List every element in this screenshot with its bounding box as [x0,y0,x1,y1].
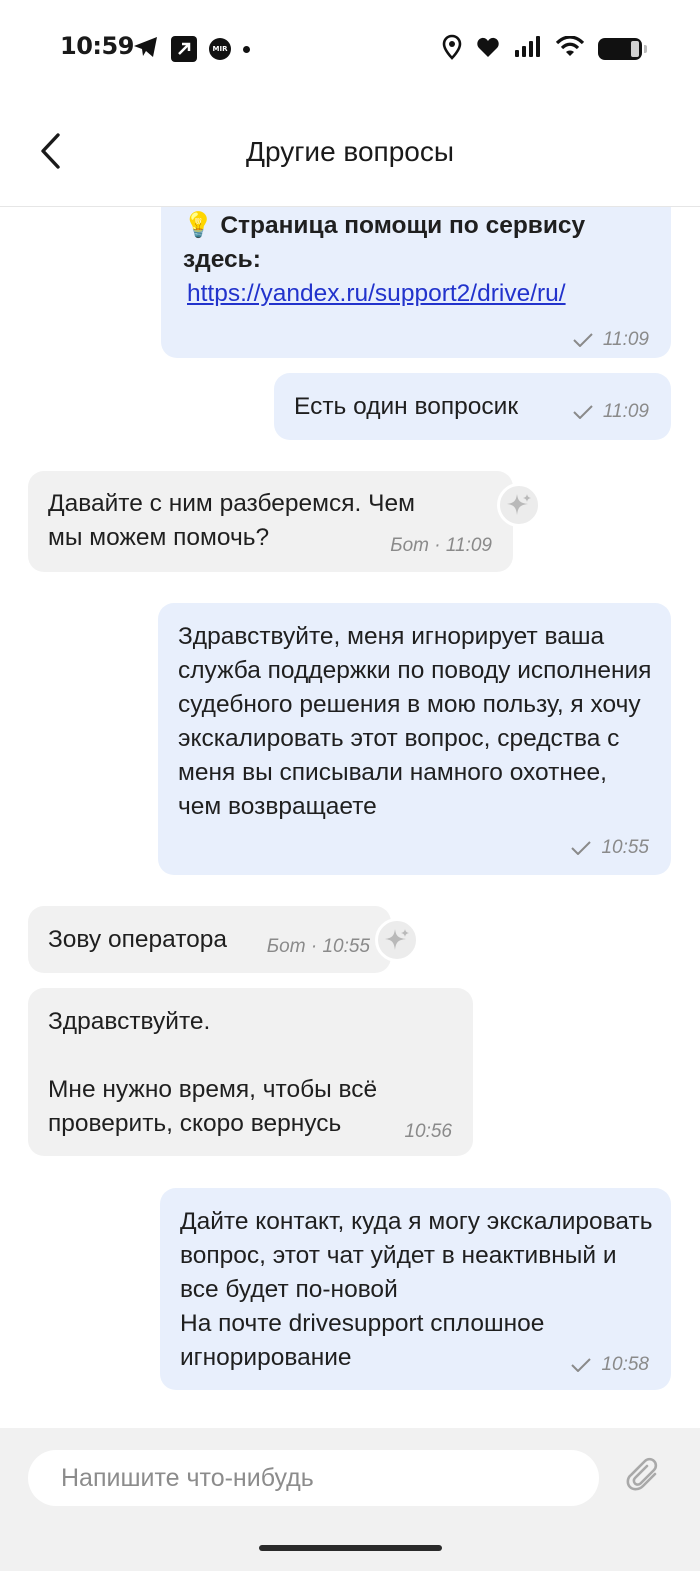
arrow-up-right-box-icon [171,36,197,62]
status-time: 10:59 [60,32,134,60]
signal-icon [514,36,542,62]
telegram-icon [133,35,159,63]
location-icon [442,34,462,64]
message-composer [0,1428,700,1571]
check-icon [571,841,592,855]
check-icon [573,405,593,419]
message-sender-time: Бот · 11:09 [390,535,492,556]
message-time: 11:09 [602,401,649,422]
message-meta: Бот · 10:55 [267,930,370,964]
message-incoming: Здравствуйте. Мне нужно время, чтобы всё… [28,988,473,1156]
message-text: Здравствуйте. Мне нужно время, чтобы всё… [48,1008,378,1137]
mir-icon: MIR [209,38,231,60]
message-outgoing: Здравствуйте, меня игнорирует ваша служб… [158,603,671,875]
message-text: Давайте с ним разберемся. Чем мы можем п… [48,490,415,551]
message-input[interactable] [28,1450,599,1506]
status-bar: 10:59 MIR [0,0,700,100]
page-title: Другие вопросы [246,136,454,167]
message-text: Зову оператора [48,926,228,953]
dot-icon [243,45,250,53]
help-link[interactable]: https://yandex.ru/support2/drive/ru/ [187,277,566,311]
message-text: Есть один вопросик [294,393,519,420]
ai-sparkle-icon [497,483,541,527]
message-meta: 10:56 [404,1115,452,1149]
message-outgoing: Есть один вопросик 11:09 [274,373,671,440]
help-title: Страница помощи по сервису здесь: [183,212,586,273]
message-incoming: Зову оператора Бот · 10:55 [28,906,391,973]
heart-icon [476,36,500,62]
message-meta: 10:58 [571,1348,649,1382]
message-meta: 11:09 [573,395,649,429]
check-icon [571,1358,592,1372]
message-time: 10:55 [601,837,649,858]
message-text: 💡 Страница помощи по сервису здесь: [183,209,653,277]
message-outgoing: Дайте контакт, куда я могу экскалировать… [160,1188,671,1390]
check-icon [573,333,593,347]
lightbulb-icon: 💡 [183,212,214,239]
message-list[interactable]: 💡 Страница помощи по сервису здесь: http… [0,207,700,1428]
message-time: 10:58 [601,1354,649,1375]
message-time: 10:56 [404,1121,452,1142]
attach-button[interactable] [624,1457,662,1497]
message-meta: Бот · 11:09 [390,529,492,563]
ai-sparkle-icon [375,918,419,962]
message-meta: 11:09 [573,323,649,357]
battery-icon [598,38,647,60]
message-time: 11:09 [602,329,649,350]
message-outgoing: 💡 Страница помощи по сервису здесь: http… [161,207,671,358]
message-incoming: Давайте с ним разберемся. Чем мы можем п… [28,471,513,572]
message-text: Здравствуйте, меня игнорирует ваша служб… [178,623,652,820]
paperclip-icon [625,1457,661,1497]
chat-header: Другие вопросы [0,100,700,207]
wifi-icon [555,35,585,62]
message-sender-time: Бот · 10:55 [266,936,370,957]
status-left-icons: MIR [133,35,250,63]
status-right-icons [442,34,647,64]
message-meta: 10:55 [571,831,649,865]
home-indicator[interactable] [259,1545,442,1551]
